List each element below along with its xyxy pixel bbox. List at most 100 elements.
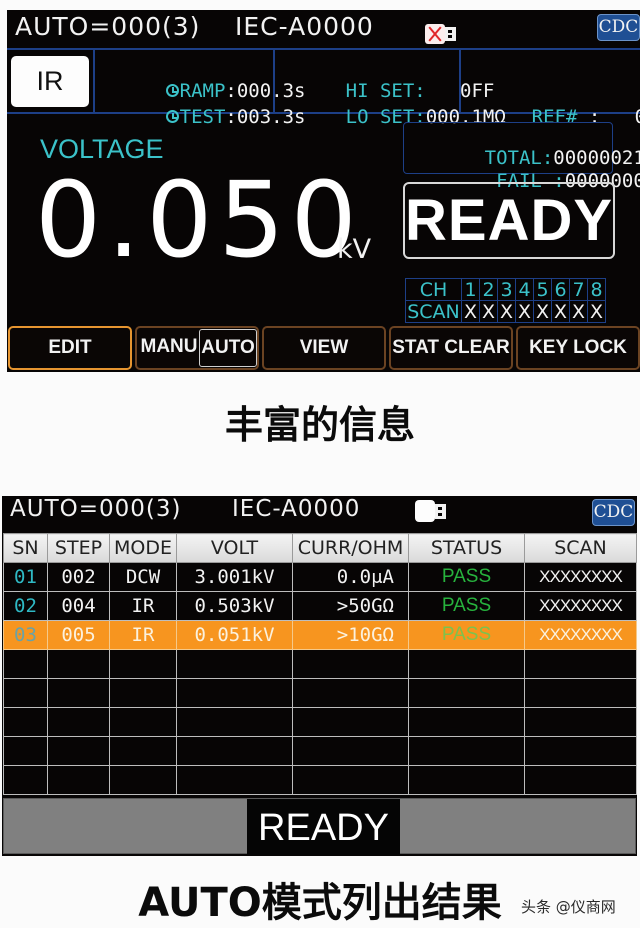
cell-volt: 3.001kV xyxy=(176,562,293,592)
cell-empty xyxy=(292,678,409,708)
cell-empty xyxy=(176,649,293,679)
cell-status: PASS xyxy=(408,562,525,592)
column-header-volt[interactable]: VOLT xyxy=(176,533,293,563)
scan-state: X xyxy=(587,300,606,323)
column-header-scan[interactable]: SCAN xyxy=(524,533,637,563)
cell-empty xyxy=(47,707,110,737)
column-header-curr-ohm[interactable]: CURR/OHM xyxy=(292,533,409,563)
cell-empty xyxy=(47,736,110,766)
cell-empty xyxy=(47,678,110,708)
cell-mode: DCW xyxy=(109,562,177,592)
scan-row: SCAN X X X X X X X X xyxy=(405,300,606,323)
cell-empty xyxy=(109,707,177,737)
table-row-empty[interactable] xyxy=(3,707,637,737)
empty-rows xyxy=(3,649,637,795)
cell-scan: XXXXXXXX xyxy=(524,591,637,621)
channel-header: CH xyxy=(405,278,462,301)
cell-empty xyxy=(109,678,177,708)
cell-step: 004 xyxy=(47,591,110,621)
cell-empty xyxy=(408,736,525,766)
cell-empty xyxy=(47,649,110,679)
scan-state: X xyxy=(479,300,498,323)
key-lock-button[interactable]: KEY LOCK xyxy=(516,326,640,370)
table-row-selected[interactable]: 03 005 IR 0.051kV >10GΩ PASS XXXXXXXX xyxy=(3,620,637,650)
table-row-empty[interactable] xyxy=(3,678,637,708)
test-mode-button[interactable]: IR xyxy=(11,56,89,107)
tester-main-screen: AUTO=000(3) IEC-A0000 CDC IR RAMP:000.3s… xyxy=(7,10,640,372)
table-row-empty[interactable] xyxy=(3,736,637,766)
status-bar: AUTO=000(3) IEC-A0000 CDC xyxy=(7,10,640,46)
channel-number: 7 xyxy=(569,278,588,301)
usb-disconnected-icon xyxy=(425,24,457,44)
cell-scan: XXXXXXXX xyxy=(524,562,637,592)
cell-empty xyxy=(3,707,48,737)
scan-state: X xyxy=(497,300,516,323)
cell-empty xyxy=(3,765,48,795)
counter-panel: TOTAL:00000021 FAIL :00000000 xyxy=(403,122,640,192)
cell-empty xyxy=(292,649,409,679)
scan-state: X xyxy=(533,300,552,323)
cell-empty xyxy=(408,649,525,679)
edit-button[interactable]: EDIT xyxy=(8,326,132,370)
table-row[interactable]: 02 004 IR 0.503kV >50GΩ PASS XXXXXXXX xyxy=(3,591,637,621)
table-header-row: SN STEP MODE VOLT CURR/OHM STATUS SCAN xyxy=(3,533,637,563)
cell-empty xyxy=(408,678,525,708)
view-button[interactable]: VIEW xyxy=(262,326,386,370)
cell-empty xyxy=(408,707,525,737)
voltage-unit: kV xyxy=(337,234,372,265)
column-header-sn[interactable]: SN xyxy=(3,533,48,563)
test-label: TEST xyxy=(179,106,226,128)
auto-program-label: AUTO=000(3) xyxy=(10,496,182,522)
cell-empty xyxy=(408,765,525,795)
cell-empty xyxy=(3,649,48,679)
column-header-mode[interactable]: MODE xyxy=(109,533,177,563)
cell-status: PASS xyxy=(408,591,525,621)
status-bar-bottom: READY xyxy=(3,798,636,855)
table-row-empty[interactable] xyxy=(3,765,637,795)
column-header-status[interactable]: STATUS xyxy=(408,533,525,563)
auto-option[interactable]: AUTO xyxy=(199,329,257,367)
scan-state: X xyxy=(551,300,570,323)
cell-volt: 0.503kV xyxy=(176,591,293,621)
cell-empty xyxy=(292,765,409,795)
cell-step: 002 xyxy=(47,562,110,592)
table-row-empty[interactable] xyxy=(3,649,637,679)
divider xyxy=(93,50,95,112)
divider xyxy=(273,50,275,112)
cell-empty xyxy=(3,736,48,766)
results-table: SN STEP MODE VOLT CURR/OHM STATUS SCAN 0… xyxy=(3,533,637,795)
file-name: IEC-A0000 xyxy=(235,12,374,41)
cell-curr-ohm: >10GΩ xyxy=(292,620,409,650)
cell-empty xyxy=(292,707,409,737)
channel-number: 2 xyxy=(479,278,498,301)
stat-clear-button[interactable]: STAT CLEAR xyxy=(389,326,513,370)
cell-empty xyxy=(524,765,637,795)
cell-empty xyxy=(524,707,637,737)
column-header-step[interactable]: STEP xyxy=(47,533,110,563)
cell-empty xyxy=(109,765,177,795)
manu-option[interactable]: MANU xyxy=(139,329,199,367)
cell-sn: 02 xyxy=(3,591,48,621)
watermark: 头条 @仪商网 xyxy=(521,898,616,916)
manu-auto-toggle[interactable]: MANU AUTO xyxy=(135,326,259,370)
cell-mode: IR xyxy=(109,620,177,650)
auto-program-label: AUTO=000(3) xyxy=(15,12,201,41)
table-row[interactable]: 01 002 DCW 3.001kV 0.0μA PASS XXXXXXXX xyxy=(3,562,637,592)
cell-mode: IR xyxy=(109,591,177,621)
cell-empty xyxy=(524,736,637,766)
cell-empty xyxy=(176,736,293,766)
divider xyxy=(459,50,461,112)
usb-connected-icon xyxy=(415,500,447,522)
caption-rich-information: 丰富的信息 xyxy=(224,403,415,447)
scan-header: SCAN xyxy=(405,300,462,323)
cell-empty xyxy=(524,678,637,708)
channel-number: 6 xyxy=(551,278,570,301)
cell-empty xyxy=(176,707,293,737)
scan-state: X xyxy=(461,300,480,323)
scan-state: X xyxy=(515,300,534,323)
cell-empty xyxy=(292,736,409,766)
tester-auto-results-screen: AUTO=000(3) IEC-A0000 CDC SN STEP MODE V… xyxy=(2,496,637,856)
channel-number: 4 xyxy=(515,278,534,301)
status-indicator: READY xyxy=(403,182,615,259)
cell-scan: XXXXXXXX xyxy=(524,620,637,650)
